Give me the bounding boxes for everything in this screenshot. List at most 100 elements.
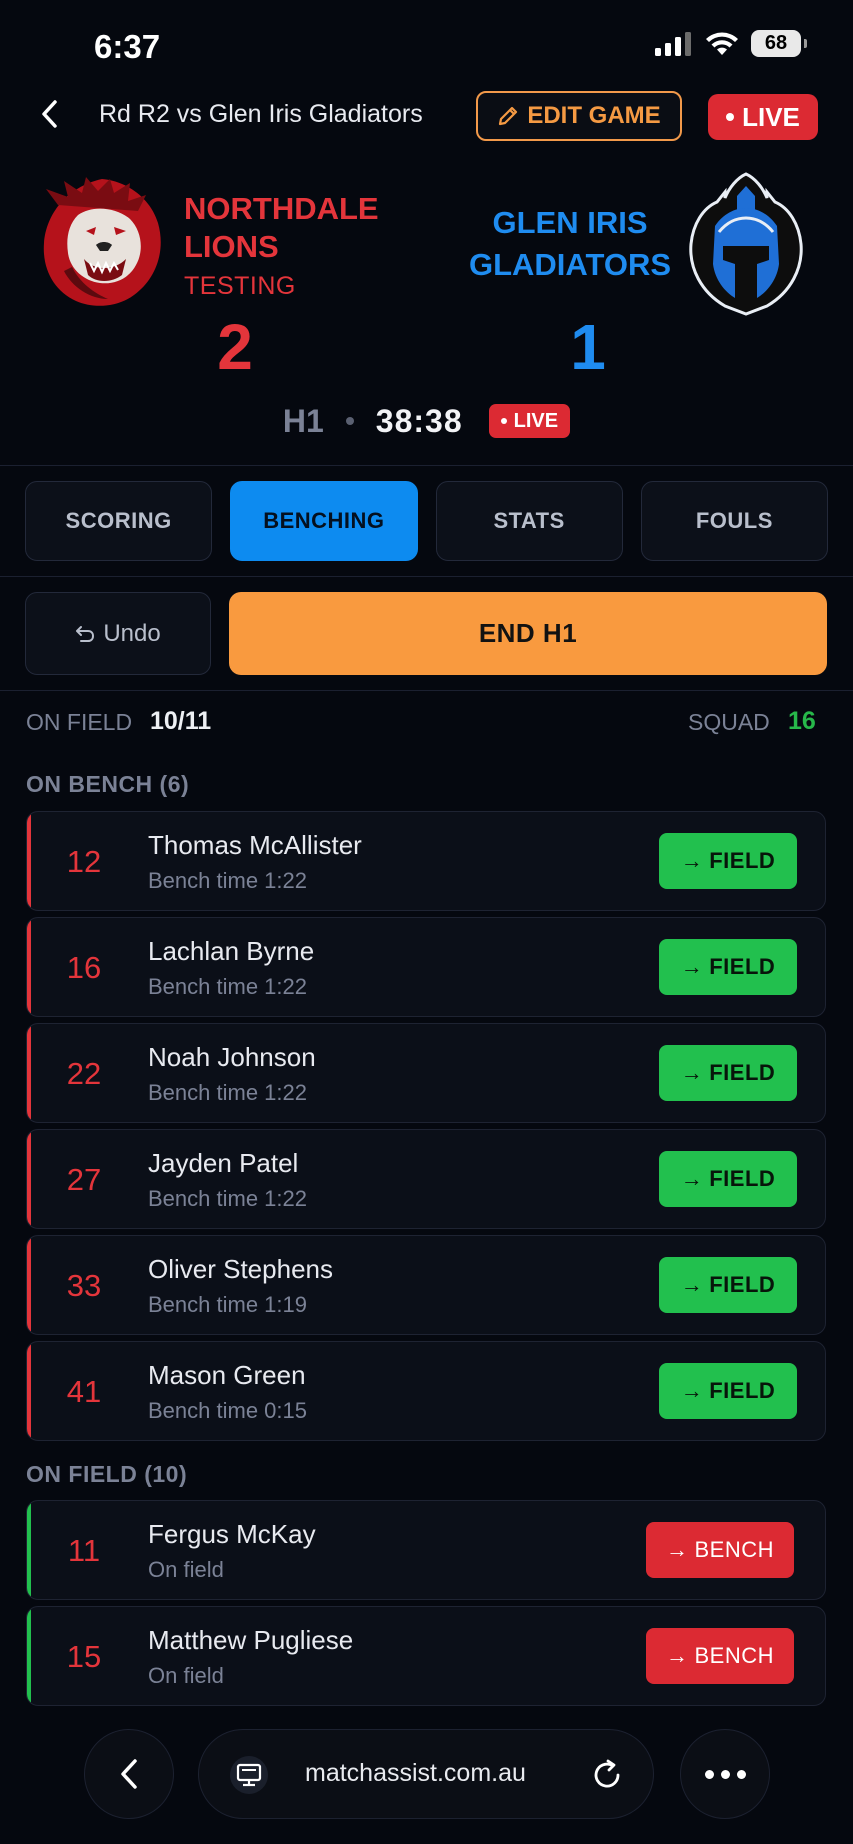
arrow-right-icon: → [665, 1643, 689, 1668]
field-button-label: FIELD [709, 954, 776, 979]
live-badge: LIVE [708, 94, 818, 140]
player-number: 41 [66, 1374, 102, 1409]
separator-dot [345, 417, 354, 425]
move-to-field-button[interactable]: → FIELD [659, 1151, 797, 1207]
move-to-field-button[interactable]: → FIELD [659, 939, 797, 995]
game-clock: 38:38 [375, 402, 463, 439]
field-section-title: ON FIELD (10) [26, 1461, 188, 1487]
battery-icon: 68 [751, 30, 807, 57]
mode-tabs: SCORING BENCHING STATS FOULS [25, 481, 828, 561]
divider [0, 465, 853, 466]
divider [0, 576, 853, 577]
clock-live-badge: LIVE [488, 404, 571, 438]
squad-count-label: SQUAD [688, 709, 770, 735]
status-icons: 68 [655, 30, 807, 57]
player-number: 16 [66, 950, 102, 985]
player-number: 15 [66, 1639, 102, 1674]
bench-section-title: ON BENCH (6) [26, 771, 190, 797]
row-accent [27, 1501, 31, 1599]
home-team-name: NORTHDALE LIONS [184, 191, 379, 264]
edit-game-button[interactable]: EDIT GAME [476, 91, 682, 141]
bench-player-row: 12 Thomas McAllister Bench time 1:22 → FI… [26, 811, 826, 911]
player-name: Mason Green [148, 1360, 306, 1390]
back-icon[interactable] [30, 94, 70, 134]
edit-game-label: EDIT GAME [527, 102, 661, 129]
clock-live-label: LIVE [513, 409, 559, 432]
arrow-right-icon: → [680, 954, 704, 979]
monitor-icon [230, 1756, 268, 1794]
on-field-count-label: ON FIELD [26, 709, 133, 735]
field-button-label: FIELD [709, 1272, 776, 1297]
live-dot-icon [500, 418, 507, 424]
reload-icon[interactable] [587, 1755, 627, 1795]
status-time: 6:37 [94, 28, 161, 65]
browser-back-button[interactable] [84, 1729, 174, 1819]
period-label: H1 [282, 402, 324, 439]
move-to-bench-button[interactable]: → BENCH [646, 1628, 794, 1684]
bench-player-row: 33 Oliver Stephens Bench time 1:19 → FIEL… [26, 1235, 826, 1335]
pencil-icon [499, 106, 518, 126]
row-accent [27, 1236, 31, 1334]
player-name: Matthew Pugliese [148, 1625, 354, 1655]
row-accent [27, 1024, 31, 1122]
signal-icon [655, 31, 691, 56]
player-name: Noah Johnson [148, 1042, 316, 1072]
move-to-bench-button[interactable]: → BENCH [646, 1522, 794, 1578]
bench-button-label: BENCH [694, 1537, 774, 1562]
home-score: 2 [217, 311, 253, 383]
game-title: Rd R2 vs Glen Iris Gladiators [99, 100, 423, 128]
player-name: Oliver Stephens [148, 1254, 333, 1284]
undo-button[interactable]: Undo [25, 592, 211, 675]
live-badge-label: LIVE [742, 101, 800, 132]
field-status: On field [148, 1557, 224, 1582]
bench-player-row: 16 Lachlan Byrne Bench time 1:22 → FIELD [26, 917, 826, 1017]
end-period-button[interactable]: END H1 [229, 592, 827, 675]
move-to-field-button[interactable]: → FIELD [659, 1257, 797, 1313]
wifi-icon [706, 32, 738, 55]
arrow-right-icon: → [680, 1378, 704, 1403]
field-button-label: FIELD [709, 1378, 776, 1403]
field-list: 11 Fergus McKay On field → BENCH 15 Matth… [26, 1500, 826, 1712]
bench-time: Bench time 1:19 [148, 1292, 307, 1317]
player-number: 27 [66, 1162, 102, 1197]
player-name: Jayden Patel [148, 1148, 299, 1178]
row-accent [27, 1342, 31, 1440]
url-text: matchassist.com.au [305, 1759, 526, 1787]
address-bar[interactable]: matchassist.com.au [198, 1729, 654, 1819]
row-accent [27, 918, 31, 1016]
bench-time: Bench time 1:22 [148, 974, 307, 999]
status-bar: 6:37 68 [0, 0, 853, 90]
tab-scoring[interactable]: SCORING [25, 481, 213, 561]
game-header: Rd R2 vs Glen Iris Gladiators EDIT GAME … [0, 88, 853, 142]
field-player-row: 11 Fergus McKay On field → BENCH [26, 1500, 826, 1600]
tab-stats[interactable]: STATS [435, 481, 623, 561]
tab-benching[interactable]: BENCHING [230, 481, 418, 561]
tab-fouls[interactable]: FOULS [640, 481, 828, 561]
row-accent [27, 1607, 31, 1705]
undo-icon [76, 625, 95, 642]
more-dot-icon [736, 1769, 746, 1779]
bench-time: Bench time 1:22 [148, 1080, 307, 1105]
arrow-right-icon: → [680, 1060, 704, 1085]
player-number: 22 [66, 1056, 102, 1091]
away-team-name: GLEN IRIS GLADIATORS [468, 205, 672, 282]
away-score: 1 [570, 311, 606, 383]
player-number: 11 [67, 1533, 101, 1568]
away-team-logo [683, 168, 809, 316]
bench-button-label: BENCH [694, 1643, 774, 1668]
bench-time: Bench time 1:22 [148, 1186, 307, 1211]
bench-list: 12 Thomas McAllister Bench time 1:22 → FI… [26, 811, 826, 1447]
row-accent [27, 812, 31, 910]
field-button-label: FIELD [709, 1166, 776, 1191]
player-number: 33 [66, 1268, 102, 1303]
player-name: Fergus McKay [148, 1519, 316, 1549]
field-status: On field [148, 1663, 224, 1688]
move-to-field-button[interactable]: → FIELD [659, 1363, 797, 1419]
arrow-right-icon: → [680, 1166, 704, 1191]
more-options-button[interactable] [680, 1729, 770, 1819]
arrow-right-icon: → [680, 1272, 704, 1297]
move-to-field-button[interactable]: → FIELD [659, 833, 797, 889]
home-team-logo [38, 175, 166, 311]
bench-player-row: 41 Mason Green Bench time 0:15 → FIELD [26, 1341, 826, 1441]
move-to-field-button[interactable]: → FIELD [659, 1045, 797, 1101]
